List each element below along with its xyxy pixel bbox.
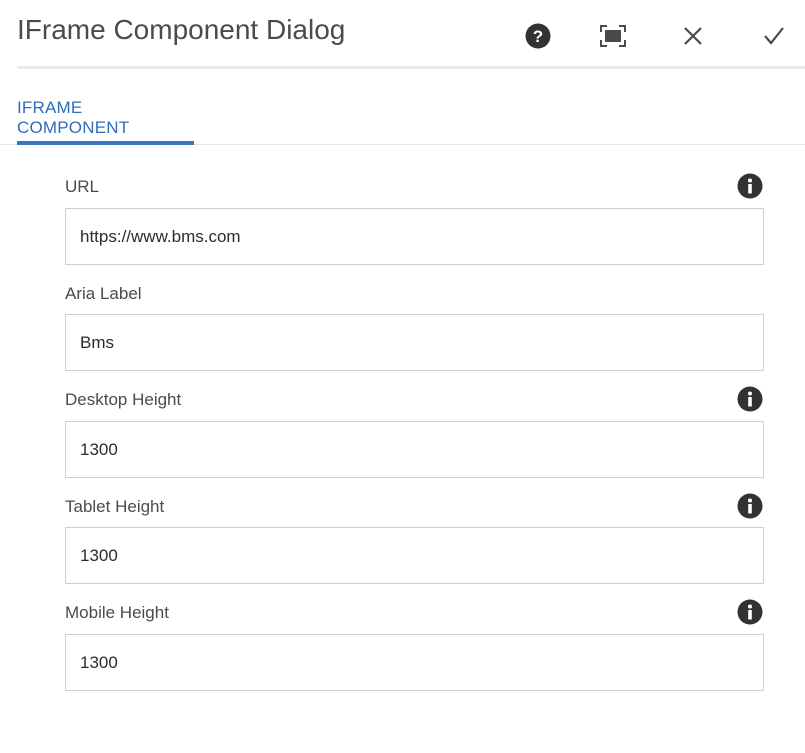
fullscreen-icon [600, 25, 626, 47]
active-tab-indicator [17, 141, 194, 145]
dialog-title: IFrame Component Dialog [17, 14, 346, 45]
desktop-height-info-icon[interactable] [737, 386, 763, 412]
mobile-height-label: Mobile Height [65, 603, 169, 622]
dialog-header: IFrame Component Dialog ? [17, 0, 805, 69]
checkmark-icon [764, 27, 784, 45]
tab-label: IFRAME COMPONENT [17, 98, 130, 137]
desktop-height-input[interactable] [65, 421, 764, 478]
tab-bar: IFRAME COMPONENT [0, 66, 805, 145]
help-icon: ? [525, 23, 551, 49]
close-button[interactable] [673, 16, 713, 56]
mobile-height-input[interactable] [65, 634, 764, 691]
tablet-height-info-icon[interactable] [737, 493, 763, 519]
tab-iframe-component[interactable]: IFRAME COMPONENT [17, 66, 194, 145]
desktop-height-label: Desktop Height [65, 390, 182, 409]
tablet-height-label: Tablet Height [65, 497, 165, 516]
aria-label-input[interactable] [65, 314, 764, 371]
svg-text:?: ? [533, 27, 543, 46]
close-icon [684, 27, 702, 45]
url-input[interactable] [65, 208, 764, 265]
fullscreen-button[interactable] [593, 16, 633, 56]
url-label: URL [65, 177, 100, 196]
mobile-height-info-icon[interactable] [737, 599, 763, 625]
done-button[interactable] [754, 16, 794, 56]
help-button[interactable]: ? [518, 16, 558, 56]
aria-label-label: Aria Label [65, 284, 142, 303]
tablet-height-input[interactable] [65, 527, 764, 584]
url-info-icon[interactable] [737, 173, 763, 199]
